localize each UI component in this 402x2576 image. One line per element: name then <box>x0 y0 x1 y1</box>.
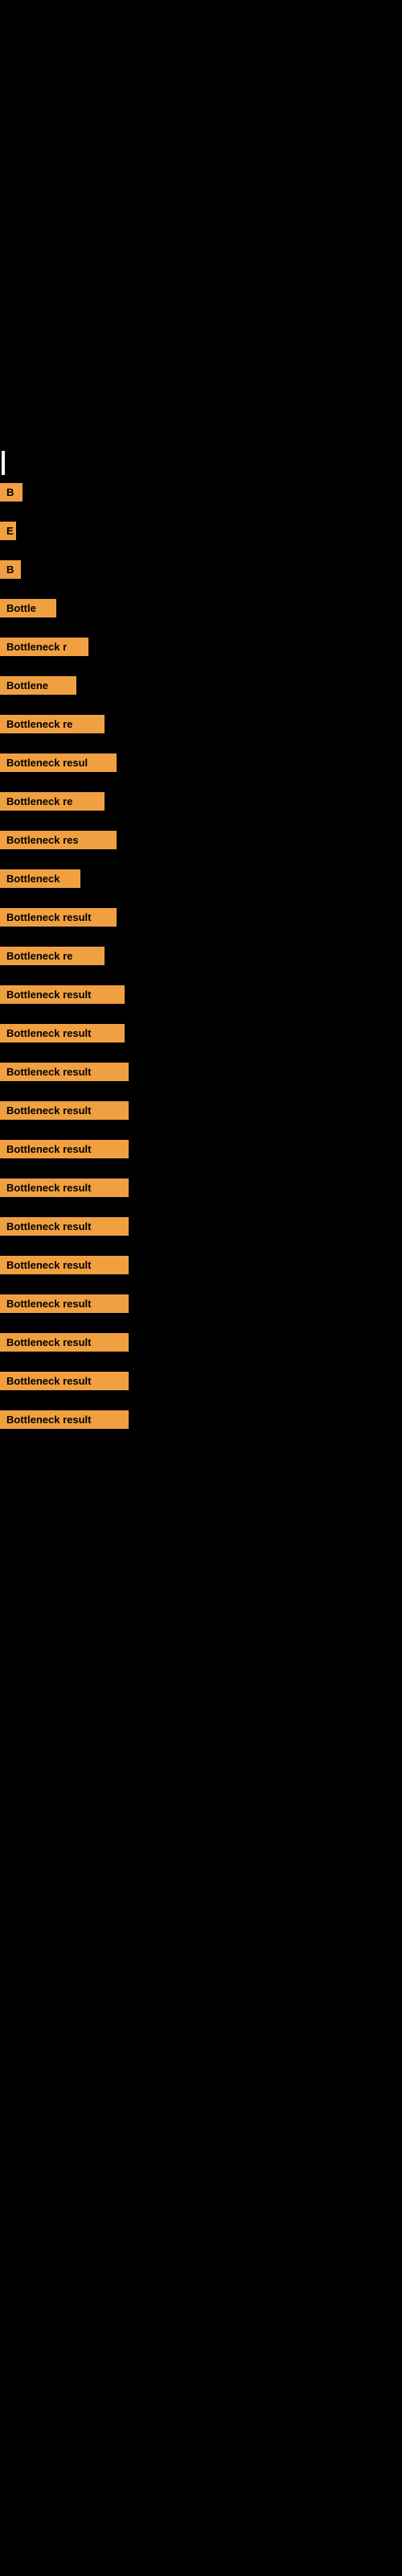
result-row-21: Bottleneck result <box>0 1256 402 1280</box>
result-row-11: Bottleneck <box>0 869 402 894</box>
bottleneck-result-badge[interactable]: Bottleneck result <box>0 1372 129 1390</box>
bottleneck-result-badge[interactable]: Bottleneck result <box>0 1294 129 1313</box>
results-section: B E B Bottle Bottleneck r Bottlene Bottleneck … <box>0 483 402 1449</box>
bottleneck-result-badge[interactable]: Bottleneck re <box>0 792 105 811</box>
result-row-9: Bottleneck re <box>0 792 402 816</box>
result-row-22: Bottleneck result <box>0 1294 402 1319</box>
bottleneck-result-badge[interactable]: Bottleneck result <box>0 1063 129 1081</box>
bottleneck-result-badge[interactable]: Bottleneck result <box>0 985 125 1004</box>
result-row-14: Bottleneck result <box>0 985 402 1009</box>
result-row-18: Bottleneck result <box>0 1140 402 1164</box>
result-row-19: Bottleneck result <box>0 1179 402 1203</box>
bottleneck-result-badge[interactable]: Bottleneck <box>0 869 80 888</box>
bottleneck-result-badge[interactable]: B <box>0 483 23 502</box>
bottleneck-result-badge[interactable]: Bottleneck result <box>0 908 117 927</box>
bottleneck-result-badge[interactable]: E <box>0 522 16 540</box>
result-row-16: Bottleneck result <box>0 1063 402 1087</box>
result-row-24: Bottleneck result <box>0 1372 402 1396</box>
result-row-23: Bottleneck result <box>0 1333 402 1357</box>
bottleneck-result-badge[interactable]: Bottleneck result <box>0 1217 129 1236</box>
chart-area <box>0 0 402 443</box>
bottleneck-result-badge[interactable]: Bottlene <box>0 676 76 695</box>
bottleneck-result-badge[interactable]: Bottleneck result <box>0 1333 129 1352</box>
result-row-6: Bottlene <box>0 676 402 700</box>
bottleneck-result-badge[interactable]: Bottleneck resul <box>0 753 117 772</box>
result-row-4: Bottle <box>0 599 402 623</box>
bottleneck-result-badge[interactable]: Bottle <box>0 599 56 617</box>
result-row-5: Bottleneck r <box>0 638 402 662</box>
result-row-13: Bottleneck re <box>0 947 402 971</box>
bottleneck-result-badge[interactable]: Bottleneck result <box>0 1024 125 1042</box>
bottleneck-result-badge[interactable]: Bottleneck result <box>0 1256 129 1274</box>
result-row-1: B <box>0 483 402 507</box>
bottleneck-result-badge[interactable]: Bottleneck result <box>0 1140 129 1158</box>
result-row-8: Bottleneck resul <box>0 753 402 778</box>
bottleneck-result-badge[interactable]: B <box>0 560 21 579</box>
result-row-12: Bottleneck result <box>0 908 402 932</box>
bottleneck-result-badge[interactable]: Bottleneck re <box>0 947 105 965</box>
result-row-2: E <box>0 522 402 546</box>
bottleneck-result-badge[interactable]: Bottleneck res <box>0 831 117 849</box>
result-row-17: Bottleneck result <box>0 1101 402 1125</box>
bottleneck-result-badge[interactable]: Bottleneck result <box>0 1410 129 1429</box>
result-row-20: Bottleneck result <box>0 1217 402 1241</box>
result-row-10: Bottleneck res <box>0 831 402 855</box>
bottleneck-result-badge[interactable]: Bottleneck re <box>0 715 105 733</box>
cursor-indicator <box>2 451 5 475</box>
result-row-15: Bottleneck result <box>0 1024 402 1048</box>
result-row-7: Bottleneck re <box>0 715 402 739</box>
bottleneck-result-badge[interactable]: Bottleneck result <box>0 1179 129 1197</box>
result-row-3: B <box>0 560 402 584</box>
bottleneck-result-badge[interactable]: Bottleneck result <box>0 1101 129 1120</box>
result-row-25: Bottleneck result <box>0 1410 402 1435</box>
bottleneck-result-badge[interactable]: Bottleneck r <box>0 638 88 656</box>
